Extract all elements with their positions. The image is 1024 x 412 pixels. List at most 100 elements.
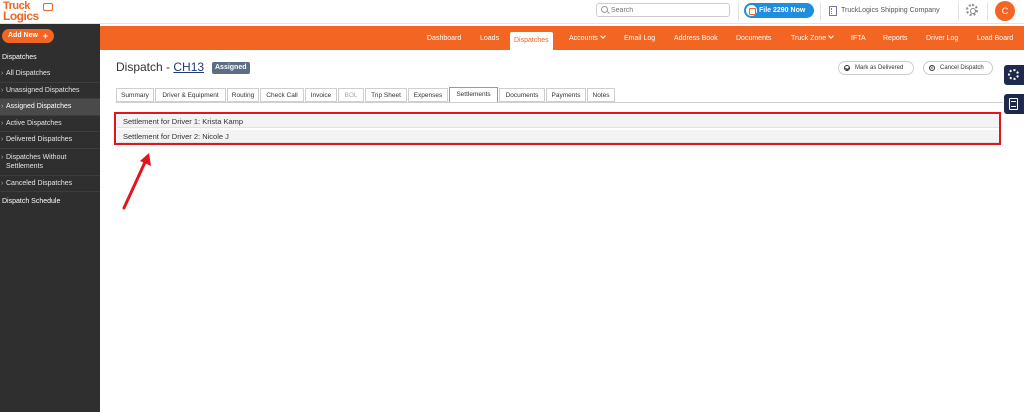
top-header: Truck Logics File 2290 Now TruckLogics S… [0, 0, 1024, 24]
nav-accounts[interactable]: Accounts [569, 26, 606, 50]
tab-documents[interactable]: Documents [499, 88, 545, 102]
dispatch-number-link[interactable]: CH13 [173, 60, 204, 74]
nav-label: Accounts [569, 35, 598, 42]
sidebar: Add New + Dispatches › All Dispatches › Un… [0, 24, 100, 412]
tab-summary[interactable]: Summary [116, 88, 154, 102]
tab-expenses[interactable]: Expenses [408, 88, 448, 102]
tab-settlements[interactable]: Settlements [449, 87, 498, 103]
nav-load-board[interactable]: Load Board [977, 26, 1013, 50]
sidebar-item-unassigned-dispatches[interactable]: › Unassigned Dispatches [0, 83, 100, 99]
nav-label: Dispatches [514, 37, 549, 44]
chevron-right-icon: › [1, 119, 4, 127]
nav-address-book[interactable]: Address Book [674, 26, 718, 50]
sidebar-item-label: Assigned Dispatches [6, 103, 72, 110]
status-badge: Assigned [212, 62, 250, 74]
chevron-right-icon: › [1, 70, 4, 77]
nav-label: Loads [480, 35, 500, 42]
chevron-right-icon: › [1, 179, 4, 187]
sidebar-item-label: Active Dispatches [6, 119, 62, 127]
sidebar-item-canceled-dispatches[interactable]: › Canceled Dispatches [0, 176, 100, 192]
chevron-right-icon: › [1, 103, 4, 110]
sidebar-item-label: Canceled Dispatches [6, 179, 73, 187]
nav-dispatches[interactable]: Dispatches [510, 32, 553, 50]
document-icon [1009, 98, 1018, 110]
sidebar-list: › All Dispatches › Unassigned Dispatches ›… [0, 66, 100, 192]
cancel-dispatch-label: Cancel Dispatch [940, 65, 984, 71]
chevron-right-icon: › [1, 136, 4, 143]
nav-label: Truck Zone [791, 35, 827, 42]
sidebar-item-all-dispatches[interactable]: › All Dispatches [0, 66, 100, 83]
divider [958, 2, 959, 21]
nav-label: IFTA [851, 35, 866, 42]
mark-as-delivered-label: Mark as Delivered [855, 65, 904, 71]
gear-icon [1008, 69, 1019, 80]
tab-driver-equipment[interactable]: Driver & Equipment [155, 88, 226, 102]
nav-loads[interactable]: Loads [480, 26, 499, 50]
company-selector[interactable]: TruckLogics Shipping Company [829, 4, 940, 18]
sidebar-item-label: All Dispatches [6, 70, 51, 77]
sidebar-item-dispatch-schedule[interactable]: Dispatch Schedule [2, 198, 60, 205]
cancel-circle-icon [929, 63, 935, 75]
add-new-button[interactable]: Add New + [2, 29, 54, 43]
nav-email-log[interactable]: Email Log [624, 26, 655, 50]
chevron-down-icon [828, 33, 834, 39]
nav-truck-zone[interactable]: Truck Zone [791, 26, 834, 50]
sidebar-item-active-dispatches[interactable]: › Active Dispatches [0, 116, 100, 132]
sidebar-item-assigned-dispatches[interactable]: › Assigned Dispatches [0, 99, 100, 116]
divider [987, 2, 988, 21]
nav-label: Documents [736, 35, 772, 42]
sidebar-item-label: Dispatches Without Settlements [6, 153, 67, 170]
sidebar-item-label: Unassigned Dispatches [6, 86, 80, 94]
nav-driver-log[interactable]: Driver Log [926, 26, 958, 50]
page-title: Dispatch - CH13 [116, 60, 204, 74]
file-2290-button[interactable]: File 2290 Now [744, 3, 814, 18]
nav-dashboard[interactable]: Dashboard [427, 26, 461, 50]
user-avatar[interactable]: C [995, 1, 1015, 21]
file-2290-label: File 2290 Now [759, 7, 806, 14]
check-circle-icon [844, 65, 850, 71]
truck-logo-icon [43, 3, 53, 11]
nav-documents[interactable]: Documents [736, 26, 771, 50]
chevron-right-icon: › [1, 86, 4, 94]
arrow-shaft [122, 158, 148, 210]
cancel-dispatch-button[interactable]: Cancel Dispatch [923, 61, 993, 75]
tab-routing[interactable]: Routing [227, 88, 259, 102]
divider [820, 2, 821, 21]
chevron-right-icon: › [1, 153, 4, 161]
tab-notes[interactable]: Notes [587, 88, 615, 102]
plus-icon: + [42, 31, 48, 41]
settlements-highlight-box: Settlement for Driver 1: Krista Kamp Set… [114, 112, 1001, 145]
main-nav: Dashboard Loads Dispatches Accounts Emai… [100, 26, 1024, 50]
settings-gear-icon[interactable] [966, 4, 978, 16]
document-side-button[interactable] [1004, 94, 1024, 114]
mark-as-delivered-button[interactable]: Mark as Delivered [838, 61, 914, 75]
tab-payments[interactable]: Payments [546, 88, 586, 102]
chevron-down-icon [599, 33, 606, 39]
nav-ifta[interactable]: IFTA [851, 26, 866, 50]
nav-reports[interactable]: Reports [883, 26, 908, 50]
sidebar-item-delivered-dispatches[interactable]: › Delivered Dispatches [0, 132, 100, 149]
tab-bol: BOL [338, 88, 364, 102]
tab-trip-sheet[interactable]: Trip Sheet [365, 88, 407, 102]
tab-check-call[interactable]: Check Call [260, 88, 304, 102]
nav-label: Address Book [674, 35, 718, 42]
search-icon [601, 6, 608, 13]
tab-divider [116, 102, 1003, 103]
search-input[interactable] [611, 5, 726, 15]
settlement-row-driver-2[interactable]: Settlement for Driver 2: Nicole J [117, 130, 999, 143]
divider [738, 2, 739, 21]
building-icon [829, 6, 837, 16]
logo-text-logics: Logics [3, 9, 39, 23]
sidebar-section-title: Dispatches [2, 54, 37, 61]
add-new-label: Add New [8, 32, 38, 39]
trucklogics-logo[interactable]: Truck Logics [3, 1, 55, 23]
settings-side-button[interactable] [1004, 65, 1024, 85]
settlement-row-driver-1[interactable]: Settlement for Driver 1: Krista Kamp [117, 115, 999, 128]
sidebar-item-label: Delivered Dispatches [6, 136, 73, 143]
tab-invoice[interactable]: Invoice [305, 88, 337, 102]
nav-label: Load Board [977, 35, 1014, 42]
annotation-arrow [122, 153, 151, 210]
sidebar-item-dispatches-without-settlements[interactable]: › Dispatches Without Settlements [0, 149, 100, 176]
search-box[interactable] [596, 3, 730, 17]
title-prefix: Dispatch - [116, 60, 174, 74]
